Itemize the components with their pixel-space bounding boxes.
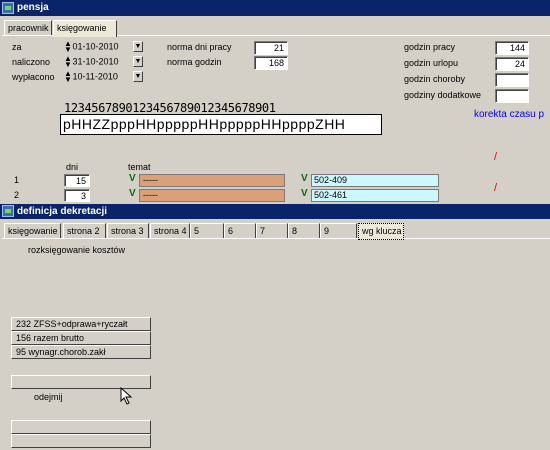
tab-strona-2[interactable]: strona 2 [63,223,106,238]
mouse-cursor-icon [120,387,133,405]
godzin-choroby-label: godzin choroby [404,74,466,84]
section-label: rozksięgowanie kosztów [28,245,126,255]
naliczono-label: naliczono [12,57,51,67]
app-icon [2,2,14,14]
dni-header: dni [66,162,79,172]
pensja-tabs: pracownik księgowanie [4,20,304,37]
godziny-dodatkowe-field[interactable] [495,89,529,103]
naliczono-dropdown-button[interactable]: ▼ [133,56,143,67]
za-date[interactable]: ▲ ▼ 01-10-2010 [64,40,119,54]
tab-9[interactable]: 9 [320,223,357,238]
tab-wg-klucza[interactable]: wg klucza [358,223,404,240]
window-title: pensja [17,2,49,13]
list-button-zfss[interactable]: 232 ZFSS+odprawa+ryczałt [11,317,151,331]
godziny-dodatkowe-label: godziny dodatkowe [404,90,482,100]
row-konto-field[interactable]: 502-461 [311,189,439,202]
tab-8[interactable]: 8 [288,223,320,238]
dekretacja-tabs: księgowanie strona 2 strona 3 strona 4 5… [4,223,550,240]
spinner-icon[interactable]: ▲ ▼ [64,40,72,54]
row-temat-field[interactable]: ----- [139,174,285,187]
window-titlebar-pensja[interactable]: pensja [0,0,550,16]
tab-ksiegowanie[interactable]: księgowanie [4,223,61,238]
day-codes-field[interactable]: pHHZZpppHHpppppHHpppppHHppppZHH [60,114,382,135]
row-temat-field[interactable]: ----- [139,189,285,202]
error-mark: / [494,151,498,163]
tab-6[interactable]: 6 [224,223,256,238]
norma-dni-label: norma dni pracy [167,42,232,52]
list-button-lower-2[interactable] [11,434,151,448]
za-label: za [12,42,22,52]
korekta-link[interactable]: korekta czasu p [474,109,544,120]
odejmij-label: odejmij [34,392,63,402]
norma-godzin-label: norma godzin [167,57,222,67]
tab-7[interactable]: 7 [256,223,288,238]
wyplacono-date[interactable]: ▲ ▼ 10-11-2010 [64,70,118,84]
tab-pracownik[interactable]: pracownik [4,20,52,35]
list-button-razem-brutto[interactable]: 156 razem brutto [11,331,151,345]
check-icon[interactable]: V [129,188,136,199]
norma-dni-field[interactable]: 21 [254,41,288,55]
row-number: 1 [14,175,20,185]
tab-strona-4[interactable]: strona 4 [150,223,190,238]
window-titlebar-definicja[interactable]: definicja dekretacji [0,204,550,219]
tab-5[interactable]: 5 [190,223,224,238]
tab-panel-border [2,238,550,239]
row-dni-field[interactable]: 15 [64,174,90,187]
error-mark: / [494,182,498,194]
window-title: definicja dekretacji [17,206,108,217]
naliczono-date[interactable]: ▲ ▼ 31-10-2010 [64,55,119,69]
tab-ksiegowanie[interactable]: księgowanie [53,20,117,37]
wyplacono-dropdown-button[interactable]: ▼ [133,71,143,82]
wyplacono-label: wypłacono [12,72,55,82]
godzin-pracy-label: godzin pracy [404,42,456,52]
row-dni-field[interactable]: 3 [64,189,90,202]
check-icon[interactable]: V [129,173,136,184]
day-numbers: 1234567890123456789012345678901 [64,101,276,115]
spinner-icon[interactable]: ▲ ▼ [64,70,72,84]
temat-header: temat [128,162,151,172]
norma-godzin-field[interactable]: 168 [254,56,288,70]
list-button-wynagr-chorob[interactable]: 95 wynagr.chorob.zakł [11,345,151,359]
godzin-choroby-field[interactable] [495,73,529,87]
row-konto-field[interactable]: 502-409 [311,174,439,187]
list-button-lower-1[interactable] [11,420,151,434]
godzin-pracy-field[interactable]: 144 [495,41,529,55]
godzin-urlopu-label: godzin urlopu [404,58,459,68]
app-icon [2,205,14,217]
check-icon[interactable]: V [301,173,308,184]
tab-strona-3[interactable]: strona 3 [107,223,149,238]
spinner-icon[interactable]: ▲ ▼ [64,55,72,69]
godzin-urlopu-field[interactable]: 24 [495,57,529,71]
check-icon[interactable]: V [301,188,308,199]
row-number: 2 [14,190,20,200]
za-dropdown-button[interactable]: ▼ [133,41,143,52]
